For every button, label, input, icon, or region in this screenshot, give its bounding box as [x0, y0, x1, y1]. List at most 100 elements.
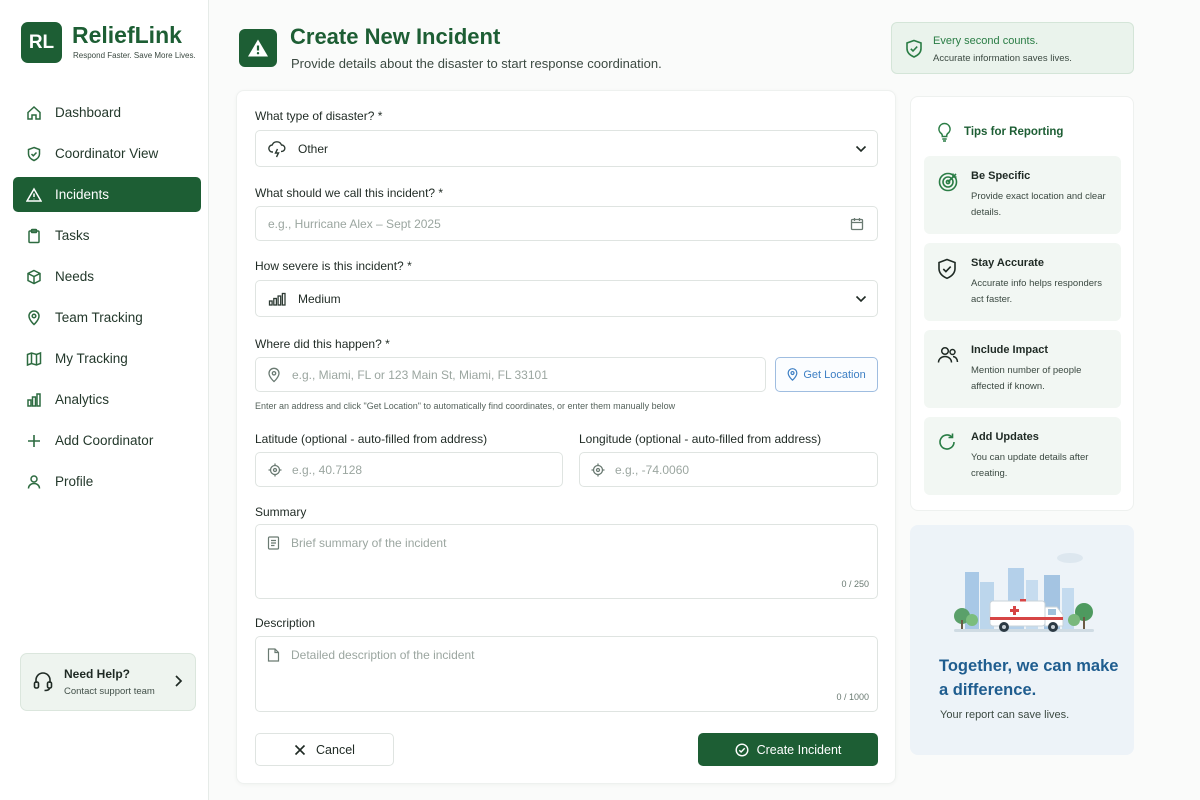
location-placeholder: e.g., Miami, FL or 123 Main St, Miami, F… [292, 367, 548, 382]
sidebar-item-label: My Tracking [55, 351, 128, 366]
longitude-input[interactable]: e.g., -74.0060 [579, 452, 878, 487]
target-icon [937, 171, 959, 198]
brand-name: ReliefLink [72, 22, 182, 48]
crosshair-icon [591, 463, 605, 477]
sidebar-item-team-tracking[interactable]: Team Tracking [13, 300, 201, 335]
brand-tagline: Respond Faster. Save More Lives. [73, 51, 196, 60]
promo-title: Together, we can make a difference. [939, 657, 1119, 699]
logo[interactable]: RL [21, 22, 62, 63]
disaster-type-value: Other [298, 141, 329, 156]
summary-textarea[interactable]: Brief summary of the incident 0 / 250 [255, 524, 878, 599]
severity-value: Medium [298, 291, 341, 306]
latitude-input[interactable]: e.g., 40.7128 [255, 452, 563, 487]
sidebar-item-incidents[interactable]: Incidents [13, 177, 201, 212]
check-circle-icon [735, 742, 749, 757]
sidebar-item-label: Team Tracking [55, 310, 143, 325]
chevron-down-icon [855, 145, 867, 153]
severity-label: How severe is this incident? * [255, 259, 412, 273]
ambulance-city-illustration [954, 553, 1094, 632]
chevron-right-icon [173, 674, 183, 693]
close-icon [294, 744, 306, 755]
description-label: Description [255, 616, 316, 630]
sidebar-nav: Dashboard Coordinator View Incidents Tas… [13, 95, 201, 505]
info-banner: Every second counts. Accurate informatio… [891, 22, 1134, 74]
clipboard-icon [25, 227, 43, 245]
help-title: Need Help? [64, 667, 131, 681]
home-icon [25, 104, 43, 122]
tip-title: Add Updates [971, 431, 1039, 443]
tip-text: Accurate info helps responders act faste… [971, 278, 1102, 305]
severity-select[interactable]: Medium [255, 280, 878, 317]
disaster-type-select[interactable]: Other [255, 130, 878, 167]
longitude-label: Longitude (optional - auto-filled from a… [579, 432, 822, 446]
users-icon [937, 345, 959, 370]
tip-text: Mention number of people affected if kno… [971, 365, 1082, 392]
summary-placeholder: Brief summary of the incident [291, 536, 447, 550]
document-icon [267, 536, 280, 555]
sidebar-item-profile[interactable]: Profile [13, 464, 201, 499]
sidebar-item-tasks[interactable]: Tasks [13, 218, 201, 253]
sidebar-item-label: Coordinator View [55, 146, 159, 161]
sidebar-item-label: Dashboard [55, 105, 122, 120]
longitude-placeholder: e.g., -74.0060 [615, 462, 690, 477]
description-textarea[interactable]: Detailed description of the incident 0 /… [255, 636, 878, 712]
sidebar: RL ReliefLink Respond Faster. Save More … [0, 0, 209, 800]
location-label: Where did this happen? * [255, 337, 390, 351]
disaster-type-label: What type of disaster? * [255, 109, 383, 123]
warning-icon [25, 186, 43, 204]
shield-check-icon [905, 39, 923, 64]
incident-name-label: What should we call this incident? * [255, 186, 444, 200]
location-input[interactable]: e.g., Miami, FL or 123 Main St, Miami, F… [255, 357, 766, 392]
sidebar-item-analytics[interactable]: Analytics [13, 382, 201, 417]
crosshair-icon [268, 463, 282, 477]
get-location-button[interactable]: Get Location [775, 357, 878, 392]
tip-title: Include Impact [971, 344, 1049, 356]
warning-icon [239, 29, 277, 67]
get-location-label: Get Location [803, 368, 866, 381]
banner-title: Every second counts. [933, 35, 1039, 47]
tip-stay-accurate: Stay Accurate Accurate info helps respon… [924, 243, 1121, 321]
tip-include-impact: Include Impact Mention number of people … [924, 330, 1121, 408]
create-incident-button[interactable]: Create Incident [698, 733, 878, 766]
cancel-button[interactable]: Cancel [255, 733, 394, 766]
signal-bars-icon [268, 292, 286, 306]
calendar-icon[interactable] [850, 217, 864, 231]
map-pin-icon [25, 309, 43, 327]
sidebar-item-label: Incidents [55, 187, 110, 202]
sidebar-item-dashboard[interactable]: Dashboard [13, 95, 201, 130]
sidebar-item-needs[interactable]: Needs [13, 259, 201, 294]
page-subtitle: Provide details about the disaster to st… [291, 56, 662, 71]
cancel-label: Cancel [316, 742, 355, 757]
shield-check-icon [937, 258, 957, 285]
tip-be-specific: Be Specific Provide exact location and c… [924, 156, 1121, 234]
sidebar-item-label: Profile [55, 474, 94, 489]
tip-text: Provide exact location and clear details… [971, 191, 1106, 218]
storm-cloud-icon [268, 140, 286, 158]
headset-icon [32, 670, 54, 697]
sidebar-item-label: Tasks [55, 228, 90, 243]
create-incident-label: Create Incident [756, 742, 842, 757]
latitude-placeholder: e.g., 40.7128 [292, 462, 363, 477]
incident-name-placeholder: e.g., Hurricane Alex – Sept 2025 [268, 216, 441, 231]
sidebar-item-label: Analytics [55, 392, 110, 407]
help-card[interactable]: Need Help? Contact support team [20, 653, 196, 711]
description-placeholder: Detailed description of the incident [291, 648, 475, 662]
promo-subtitle: Your report can save lives. [940, 709, 1070, 721]
refresh-icon [937, 432, 957, 457]
sidebar-item-my-tracking[interactable]: My Tracking [13, 341, 201, 376]
latitude-label: Latitude (optional - auto-filled from ad… [255, 432, 488, 446]
incident-name-input[interactable]: e.g., Hurricane Alex – Sept 2025 [255, 206, 878, 241]
sidebar-item-add-coordinator[interactable]: Add Coordinator [13, 423, 201, 458]
map-icon [25, 350, 43, 368]
tip-title: Be Specific [971, 170, 1031, 182]
summary-char-count: 0 / 250 [841, 579, 869, 589]
lightbulb-icon [937, 122, 952, 147]
document-icon [267, 648, 280, 667]
sidebar-item-coordinator-view[interactable]: Coordinator View [13, 136, 201, 171]
tip-add-updates: Add Updates You can update details after… [924, 417, 1121, 495]
description-char-count: 0 / 1000 [836, 692, 869, 702]
plus-icon [25, 432, 43, 450]
bar-chart-icon [25, 391, 43, 409]
promo-card: Together, we can make a difference. Your… [910, 525, 1134, 755]
sidebar-item-label: Add Coordinator [55, 433, 154, 448]
